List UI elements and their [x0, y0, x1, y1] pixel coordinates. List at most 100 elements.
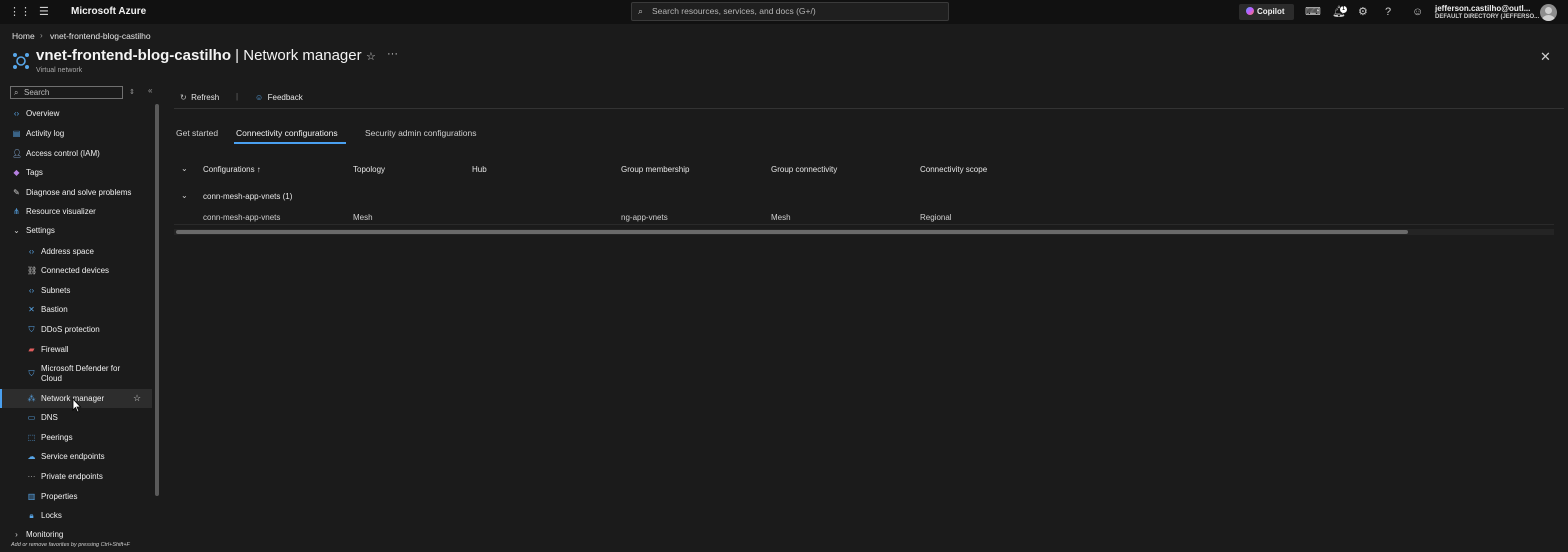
row-divider: [174, 224, 1554, 225]
wrench-icon: ✎: [13, 188, 20, 197]
sidebar-item-label: DNS: [41, 413, 58, 422]
column-header-group-membership[interactable]: Group membership: [621, 165, 689, 174]
sidebar-item-label: Properties: [41, 492, 78, 501]
overview-icon: ‹›: [13, 109, 20, 118]
tab-connectivity-configurations[interactable]: Connectivity configurations: [236, 128, 338, 138]
network-manager-title-icon: [13, 53, 29, 69]
subnets-icon: ‹›: [28, 286, 35, 295]
horizontal-scrollbar-thumb[interactable]: [176, 230, 1408, 234]
sidebar-item-label: Settings: [26, 226, 55, 235]
sidebar-item-label-line2: Cloud: [41, 374, 62, 383]
mouse-cursor-icon: [72, 398, 82, 413]
properties-icon: ▥: [27, 492, 36, 501]
collapse-sidebar-icon[interactable]: «: [148, 86, 152, 95]
cell-connectivity-scope: Regional: [920, 213, 952, 222]
sidebar-item-label: Diagnose and solve problems: [26, 188, 132, 197]
user-directory[interactable]: DEFAULT DIRECTORY (JEFFERSO...: [1435, 14, 1539, 20]
sidebar-item-label: Peerings: [41, 433, 73, 442]
sidebar-item-label: DDoS protection: [41, 325, 100, 334]
group-expand-chevron-icon[interactable]: ⌄: [181, 191, 188, 200]
column-header-connectivity-scope[interactable]: Connectivity scope: [920, 165, 987, 174]
page-title: vnet-frontend-blog-castilho | Network ma…: [36, 47, 362, 64]
chevron-right-icon: ›: [15, 530, 18, 539]
page-subtitle: Virtual network: [36, 67, 83, 74]
active-tab-indicator: [234, 142, 346, 144]
command-separator: |: [236, 92, 239, 101]
cloud-shell-icon[interactable]: ⌨: [1305, 0, 1321, 24]
column-header-configurations[interactable]: Configurations ↑: [203, 165, 261, 174]
cell-group-membership: ng-app-vnets: [621, 213, 668, 222]
global-search-placeholder: Search resources, services, and docs (G+…: [652, 6, 816, 16]
sidebar-item-label: Private endpoints: [41, 472, 103, 481]
sidebar-item-label: Microsoft Defender for: [41, 364, 121, 373]
group-row-label[interactable]: conn-mesh-app-vnets (1): [203, 192, 292, 201]
tab-get-started[interactable]: Get started: [176, 128, 218, 138]
help-icon[interactable]: ?: [1385, 0, 1391, 24]
expand-all-chevron-icon[interactable]: ⌄: [181, 164, 188, 173]
global-search-input[interactable]: ⌕ Search resources, services, and docs (…: [631, 2, 949, 21]
sidebar-search-input[interactable]: ⌕ Search: [10, 86, 123, 99]
page-title-resource: vnet-frontend-blog-castilho: [36, 47, 231, 64]
sidebar-item-label: Service endpoints: [41, 452, 105, 461]
column-header-group-connectivity[interactable]: Group connectivity: [771, 165, 837, 174]
sidebar-scrollbar[interactable]: [155, 104, 159, 496]
brand-title[interactable]: Microsoft Azure: [71, 0, 146, 24]
user-email[interactable]: jefferson.castilho@outl...: [1435, 4, 1530, 13]
sidebar-item-label: Monitoring: [26, 530, 64, 539]
cell-group-connectivity: Mesh: [771, 213, 791, 222]
feedback-person-icon[interactable]: ☺: [1412, 0, 1423, 24]
iam-icon: 👤︎: [12, 149, 23, 158]
cell-topology: Mesh: [353, 213, 373, 222]
bastion-icon: ✕: [28, 305, 35, 314]
defender-icon: ⛉: [28, 369, 35, 378]
favorites-hint: Add or remove favorites by pressing Ctrl…: [11, 542, 130, 548]
network-manager-icon: ⁂: [27, 394, 36, 403]
close-icon[interactable]: ✕: [1540, 49, 1551, 65]
refresh-label: Refresh: [191, 93, 220, 102]
breadcrumb-home[interactable]: Home: [12, 31, 35, 41]
service-endpoints-icon: ☁: [27, 452, 36, 461]
feedback-label: Feedback: [267, 93, 303, 102]
peerings-icon: ⬚: [27, 433, 36, 442]
dns-icon: ▭: [27, 413, 36, 422]
sidebar-item-label: Tags: [26, 168, 43, 177]
favorite-star-icon[interactable]: ☆: [133, 393, 141, 404]
column-header-topology[interactable]: Topology: [353, 165, 385, 174]
feedback-button[interactable]: ☺ Feedback: [255, 93, 303, 102]
sidebar-item-label: Activity log: [26, 129, 65, 138]
sidebar-item-label: Bastion: [41, 305, 68, 314]
sidebar-selected-indicator: [0, 389, 2, 408]
sort-toggle-icon[interactable]: ⇕: [129, 88, 135, 96]
search-icon: ⌕: [638, 6, 644, 16]
sidebar-item-label: Access control (IAM): [26, 149, 100, 158]
breadcrumb-separator: ›: [40, 31, 43, 40]
connected-devices-icon: ⛓: [27, 266, 38, 275]
cell-configuration[interactable]: conn-mesh-app-vnets: [203, 213, 280, 222]
refresh-button[interactable]: ↻ Refresh: [180, 93, 219, 102]
column-header-hub[interactable]: Hub: [472, 165, 487, 174]
more-options-icon[interactable]: ···: [387, 48, 398, 60]
chevron-down-icon: ⌄: [13, 226, 20, 235]
sidebar-item-label: Locks: [41, 511, 62, 520]
gear-icon[interactable]: ⚙: [1358, 0, 1368, 24]
lock-icon: 🔒︎: [29, 511, 34, 520]
avatar[interactable]: [1540, 4, 1557, 21]
tab-security-admin-configurations[interactable]: Security admin configurations: [365, 128, 477, 138]
visualizer-icon: ⋔: [13, 207, 20, 216]
notification-badge: 1: [1340, 6, 1347, 13]
breadcrumb-resource[interactable]: vnet-frontend-blog-castilho: [50, 31, 151, 41]
tag-icon: ◆: [13, 168, 20, 177]
sidebar-search-placeholder: Search: [24, 88, 50, 97]
app-launcher-icon[interactable]: ⋮⋮: [9, 0, 31, 24]
private-endpoints-icon: ⋯: [27, 472, 36, 481]
sidebar-item-label: Firewall: [41, 345, 69, 354]
sidebar-item-label: Overview: [26, 109, 60, 118]
address-space-icon: ‹›: [28, 247, 35, 256]
activity-log-icon: ▤: [12, 129, 21, 138]
firewall-icon: ▰: [28, 345, 35, 354]
search-icon: ⌕: [14, 88, 19, 97]
hamburger-menu-icon[interactable]: ☰: [39, 0, 49, 24]
favorite-star-icon[interactable]: ☆: [366, 50, 376, 63]
shield-icon: ⛉: [28, 325, 35, 334]
copilot-button[interactable]: Copilot: [1239, 4, 1294, 20]
